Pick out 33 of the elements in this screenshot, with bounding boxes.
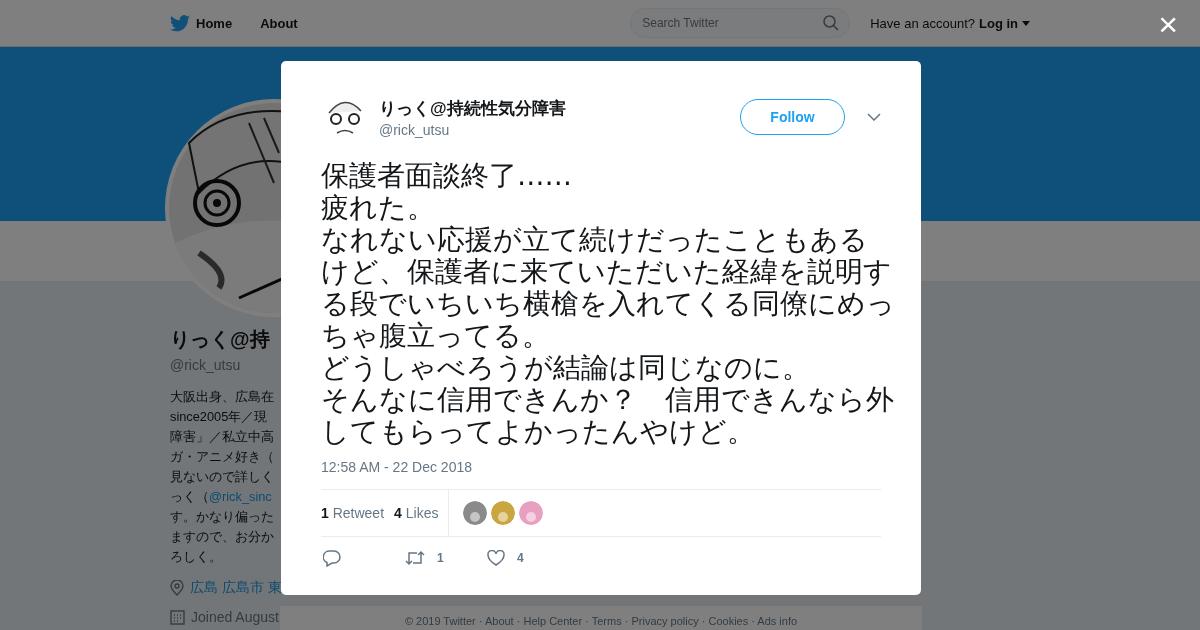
search-icon [823, 15, 840, 31]
reply-icon[interactable] [323, 549, 341, 567]
calendar-icon [170, 609, 185, 625]
profile-name: りっく@持 [170, 327, 271, 352]
profile-handle: @rick_utsu [170, 357, 242, 373]
action-count: 4 [517, 551, 524, 565]
user-handle: @rick_utsu [379, 121, 451, 138]
user-name: りっく@持続性気分障害 [379, 97, 566, 120]
retweet-icon[interactable] [405, 550, 425, 566]
follow-button[interactable]: Follow [740, 99, 845, 135]
tweet-text: 疲れた。 [321, 191, 436, 223]
nav-link[interactable]: About [260, 15, 298, 31]
account-prompt: Have an account? [870, 15, 975, 31]
caret-icon [1022, 20, 1030, 26]
chevron-down-icon[interactable] [867, 113, 881, 121]
heart-icon[interactable] [487, 550, 505, 566]
joined-date: Joined August [191, 609, 279, 625]
close-button[interactable]: × [1158, 6, 1178, 42]
tweet-timestamp[interactable]: 12:58 AM - 22 Dec 2018 [321, 459, 472, 475]
tweet-text: なれない応援が立て続けだったこともあるけど、保護者に来ていただいた経緯を説明する段でいちいち横槍を入れてくる同僚にめっちゃ腹立ってる。 [321, 223, 896, 351]
action-count: 1 [437, 551, 444, 565]
stat-link[interactable]: 4 Likes [394, 505, 439, 521]
nav-link[interactable]: Home [170, 14, 233, 32]
search-field[interactable]: Search Twitter [630, 8, 851, 38]
location-pin-icon [170, 580, 184, 596]
tweet-text: どうしゃべろうが結論は同じなのに。 [321, 351, 811, 383]
tweet-text: そんなに信用できんか？ 信用できんなら外してもらってよかったんやけど。 [321, 383, 895, 447]
login-link[interactable]: Log in [979, 15, 1018, 31]
stat-link[interactable]: 1 Retweet [321, 505, 385, 521]
footer-links[interactable]: © 2019 Twitter · About · Help Center · Terms · Privacy policy · Cookies · Ads info [404, 615, 798, 628]
profile-bio: 大阪出身、広島在 since2005年／現 障害」／私立中高 ガ・アニメ好き（ 見ないので詳しく っく（@rick_sinc す。かなり偏った ますので、お分か ろしく。 [170, 388, 275, 566]
bird-icon [170, 14, 190, 32]
tweet-text: 保護者面談終了…… [321, 159, 573, 191]
